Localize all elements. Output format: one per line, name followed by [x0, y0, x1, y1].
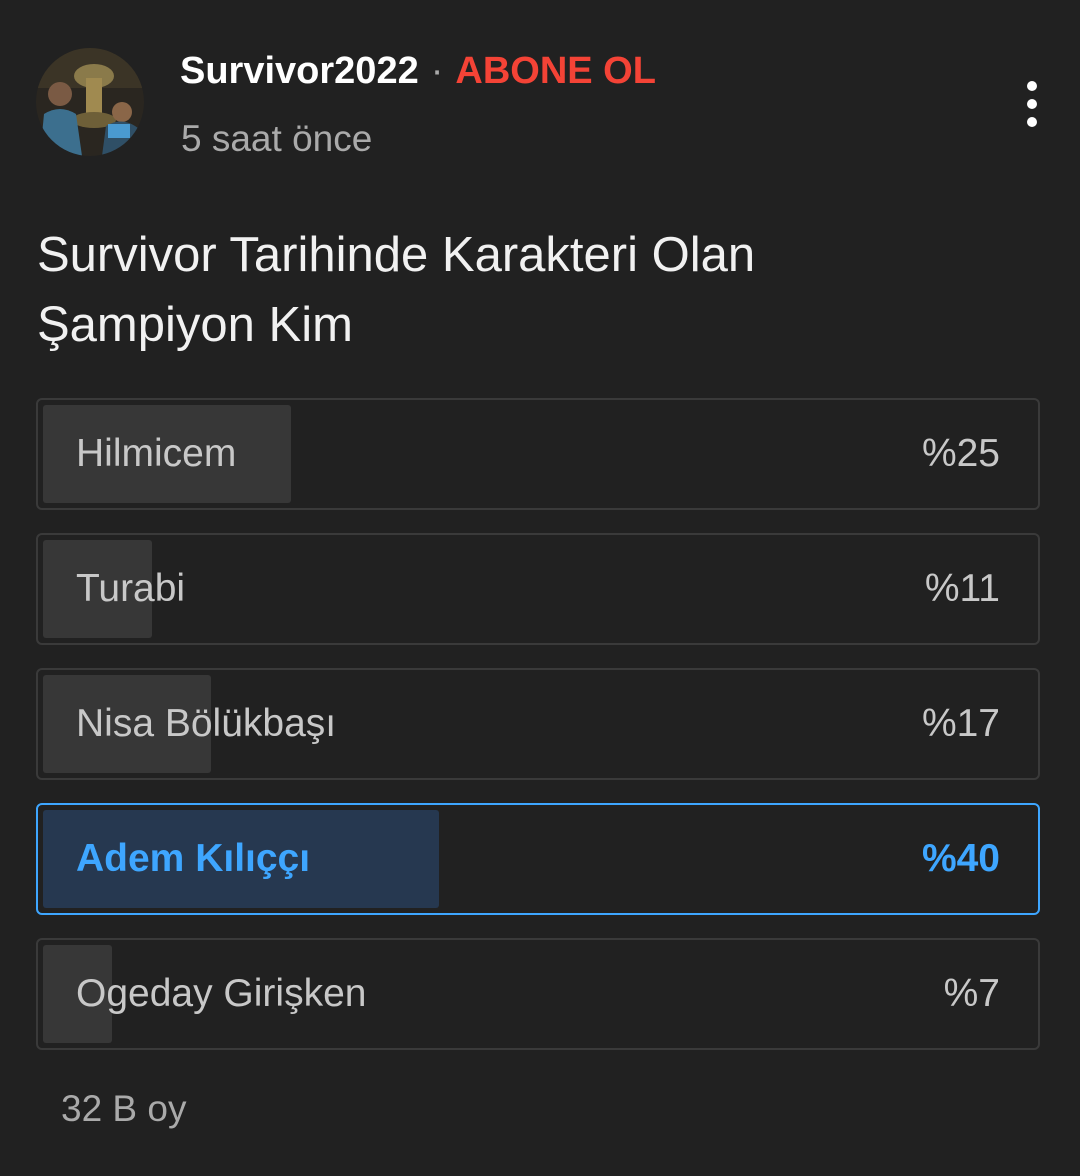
avatar-image: [36, 48, 144, 156]
poll-option-nisa-bolukbasi[interactable]: Nisa Bölükbaşı %17: [36, 668, 1040, 780]
more-dot: [1027, 117, 1037, 127]
poll-option-percent: %25: [921, 432, 1000, 475]
more-dot: [1027, 81, 1037, 91]
channel-avatar[interactable]: [36, 48, 144, 156]
poll-option-percent: %17: [921, 702, 1000, 745]
separator-dot: ·: [430, 50, 444, 92]
more-dot: [1027, 99, 1037, 109]
poll-option-adem-kilicci[interactable]: Adem Kılıççı %40: [36, 803, 1040, 915]
poll-option-percent: %7: [943, 972, 1000, 1015]
poll-option-ogeday-girisken[interactable]: Ogeday Girişken %7: [36, 938, 1040, 1050]
poll-question: Survivor Tarihinde Karakteri Olan Şampiy…: [37, 228, 756, 352]
poll-option-hilmicem[interactable]: Hilmicem %25: [36, 398, 1040, 510]
poll-option-percent: %40: [921, 837, 1000, 880]
poll-option-turabi[interactable]: Turabi %11: [36, 533, 1040, 645]
subscribe-button[interactable]: ABONE OL: [455, 50, 656, 92]
poll-option-percent: %11: [924, 567, 1000, 610]
post-time: 5 saat önce: [181, 118, 373, 159]
poll-option-label: Nisa Bölükbaşı: [76, 702, 337, 745]
poll-option-label: Hilmicem: [76, 432, 237, 475]
channel-name[interactable]: Survivor2022: [180, 50, 419, 92]
poll-option-label: Turabi: [76, 567, 186, 610]
vote-count: 32 B oy: [61, 1088, 187, 1129]
poll-option-label: Adem Kılıççı: [76, 837, 311, 880]
poll-option-label: Ogeday Girişken: [76, 972, 367, 1015]
channel-header: Survivor2022 · ABONE OL: [180, 48, 656, 94]
more-vert-icon[interactable]: [1006, 74, 1058, 134]
